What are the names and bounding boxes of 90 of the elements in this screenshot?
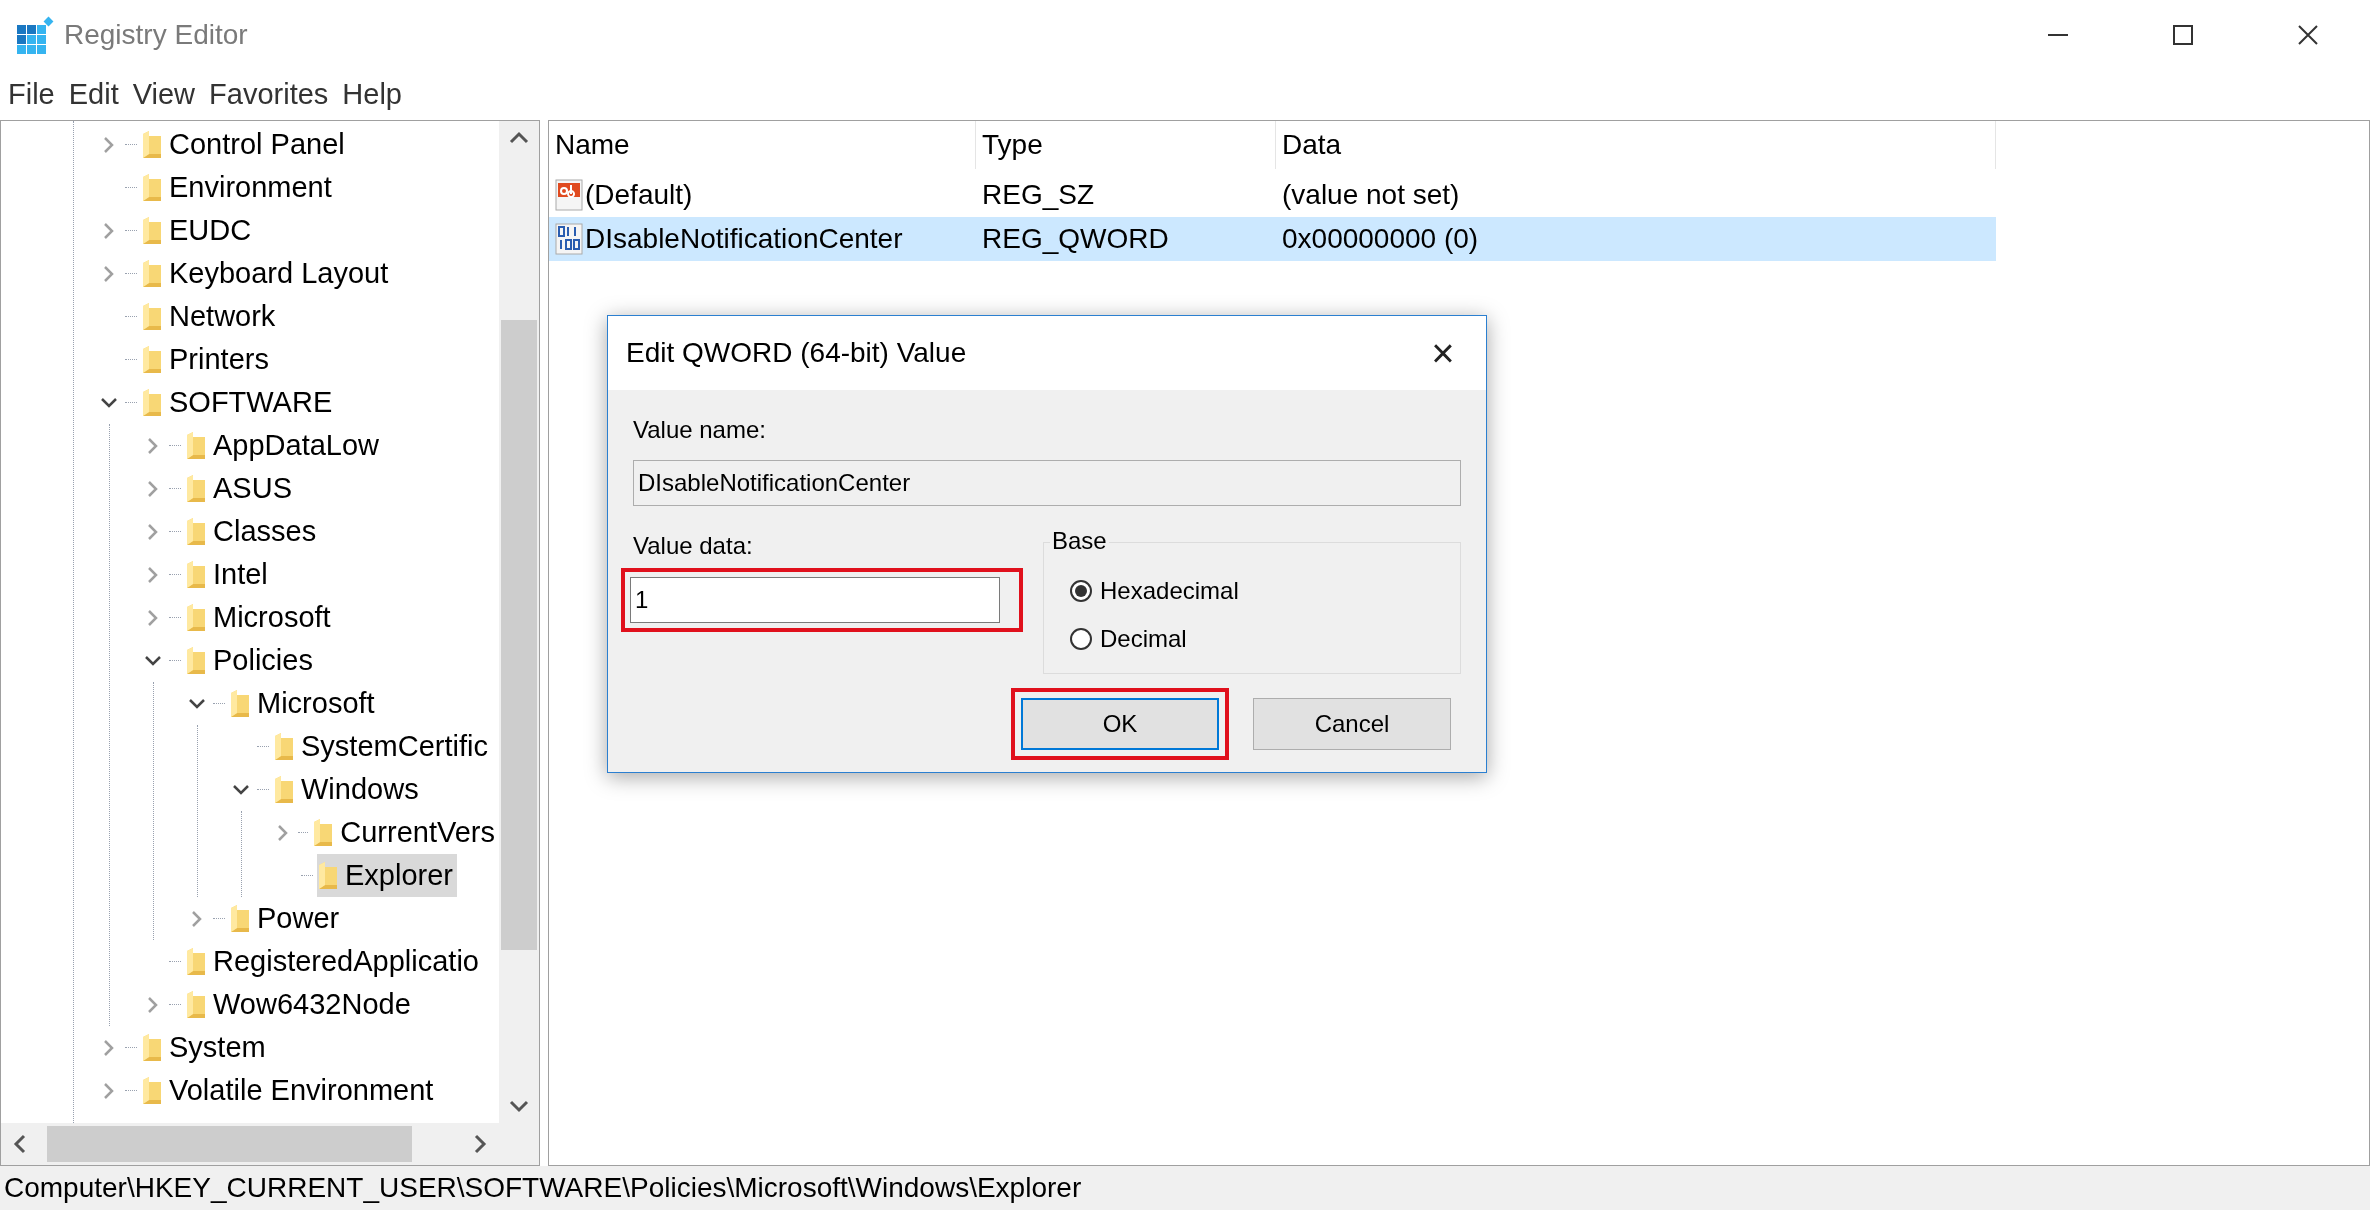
scrollbar-thumb[interactable] [47,1126,412,1162]
folder-icon [312,817,335,848]
folder-icon [273,731,295,762]
table-cell-text: DIsableNotificationCenter [585,222,903,256]
value-row[interactable]: DIsableNotificationCenter REG_QWORD 0x00000000 (0) [549,217,1996,261]
tree-item[interactable]: Wow6432Node [185,982,415,1027]
menu-item[interactable]: Help [342,73,402,117]
folder-icon [185,602,207,633]
menu-item[interactable]: Edit [68,73,119,117]
minimize-icon [2047,34,2068,36]
scroll-right-icon[interactable] [473,1134,487,1154]
tree-item[interactable]: SOFTWARE [141,380,337,425]
vertical-scrollbar[interactable] [499,121,539,1123]
tree-item[interactable]: System [141,1025,270,1070]
tree-item[interactable]: Classes [185,509,321,554]
folder-icon [185,430,207,461]
folder-icon [185,516,207,547]
table-cell-text: REG_SZ [981,178,1096,212]
folder-icon [229,688,251,719]
folder-icon [141,301,163,332]
menu-item[interactable]: View [132,73,196,117]
folder-icon [185,946,207,977]
dialog-title: Edit QWORD (64-bit) Value [626,336,967,370]
tree-item[interactable]: Printers [141,337,273,382]
column-header[interactable]: Type [976,121,1276,169]
maximize-icon [2172,25,2193,45]
value-data-label: Value data: [633,531,754,561]
value-name-field[interactable]: DIsableNotificationCenter [633,460,1461,506]
tree-item[interactable]: Policies [185,638,317,683]
table-cell-text: REG_QWORD [981,222,1170,256]
value-data-field[interactable]: 1 [630,577,1000,623]
folder-icon [141,1032,163,1063]
radio-label: Decimal [1100,624,1187,654]
folder-icon [141,258,163,289]
folder-icon [229,903,251,934]
folder-icon [273,774,295,805]
folder-icon [317,860,339,891]
folder-icon [141,1075,163,1106]
tree-item[interactable]: Intel [185,552,272,597]
scroll-left-icon[interactable] [13,1134,27,1154]
string-value-icon [555,179,583,211]
table-cell-text: (Default) [585,178,693,212]
tree-item[interactable]: SystemCertific [273,724,492,769]
scroll-up-icon[interactable] [509,131,529,145]
tree-item[interactable]: ASUS [185,466,296,511]
folder-icon [141,215,163,246]
tree-item[interactable]: EUDC [141,208,256,253]
tree-item[interactable]: Keyboard Layout [141,251,393,296]
folder-icon [141,172,163,203]
window-title: Registry Editor [64,18,248,52]
horizontal-scrollbar[interactable] [1,1123,499,1165]
close-icon [2297,25,2318,45]
tree-item[interactable]: Explorer [317,853,457,898]
menu-item[interactable]: Favorites [209,73,329,117]
tree-item[interactable]: Network [141,294,280,339]
folder-icon [141,387,163,418]
registry-editor-app-icon [16,16,54,54]
dialog-close-button[interactable]: × [1418,328,1468,378]
folder-icon [141,344,163,375]
tree-item[interactable]: Microsoft [229,681,379,726]
value-name-label: Value name: [633,415,767,445]
value-row[interactable]: (Default) REG_SZ (value not set) [549,173,1996,217]
tree-item[interactable]: Microsoft [185,595,335,640]
column-header[interactable]: Data [1276,121,1996,169]
dialog-button[interactable]: OK [1021,698,1219,750]
dialog-button[interactable]: Cancel [1253,698,1451,750]
radio-button[interactable] [1070,628,1092,650]
folder-icon [185,645,207,676]
tree-item[interactable]: Environment [141,165,336,210]
radio-label: Hexadecimal [1100,576,1239,606]
tree-item[interactable]: RegisteredApplicatio [185,939,483,984]
scroll-down-icon[interactable] [509,1099,529,1113]
folder-icon [141,129,163,160]
menu-item[interactable]: File [8,73,55,117]
tree-item[interactable]: AppDataLow [185,423,384,468]
tree-item[interactable]: Power [229,896,344,941]
folder-icon [185,559,207,590]
table-cell-text: (value not set) [1281,178,1461,212]
tree-item[interactable]: Volatile Environment [141,1068,438,1113]
tree-item[interactable]: CurrentVers [312,810,499,855]
table-cell-text: 0x00000000 (0) [1281,222,1480,256]
scrollbar-thumb[interactable] [501,320,537,950]
tree-item[interactable]: Windows [273,767,423,812]
tree-item[interactable]: Control Panel [141,122,349,167]
radio-button[interactable] [1070,580,1092,602]
binary-value-icon [555,223,583,255]
folder-icon [185,473,207,504]
folder-icon [185,989,207,1020]
column-header[interactable]: Name [549,121,976,169]
status-bar-path: Computer\HKEY_CURRENT_USER\SOFTWARE\Policies\Microsoft\Windows\Explorer [0,1166,2370,1210]
